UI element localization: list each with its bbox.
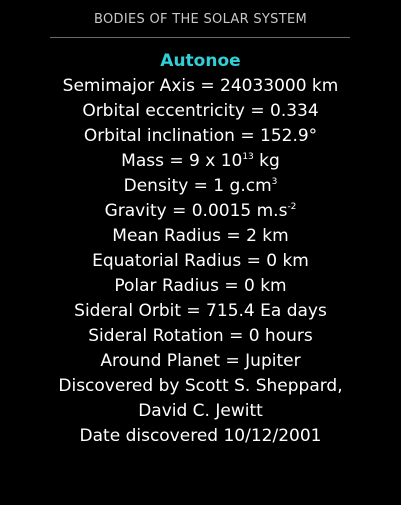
discovered-by-line-2: David C. Jewitt (138, 401, 263, 421)
orbital-eccentricity: Orbital eccentricity = 0.334 (82, 101, 319, 121)
polar-radius: Polar Radius = 0 km (114, 276, 287, 296)
body-info-panel: Autonoe Semimajor Axis = 24033000 km Orb… (0, 49, 401, 449)
semimajor-axis: Semimajor Axis = 24033000 km (62, 76, 339, 96)
equatorial-radius: Equatorial Radius = 0 km (92, 251, 309, 271)
sideral-orbit: Sideral Orbit = 715.4 Ea days (74, 301, 327, 321)
orbital-inclination: Orbital inclination = 152.9° (83, 126, 318, 146)
body-name: Autonoe (160, 51, 241, 71)
module-title: BODIES OF THE SOLAR SYSTEM (94, 12, 307, 27)
title-divider (50, 37, 350, 38)
mass-unit: kg (253, 151, 280, 171)
mass-exponent: 13 (242, 152, 254, 162)
mass-prefix: Mass = 9 x 10 (121, 151, 243, 171)
mean-radius: Mean Radius = 2 km (112, 226, 289, 246)
discovered-by-line-1: Discovered by Scott S. Sheppard, (58, 376, 343, 396)
sideral-rotation: Sideral Rotation = 0 hours (88, 326, 313, 346)
around-planet: Around Planet = Jupiter (100, 351, 301, 371)
gravity-prefix: Gravity = 0.0015 m.s (104, 201, 288, 221)
date-discovered: Date discovered 10/12/2001 (79, 426, 322, 446)
mass: Mass = 9 x 1013 kg (0, 149, 401, 174)
gravity: Gravity = 0.0015 m.s-2 (0, 199, 401, 224)
gravity-exponent: -2 (287, 202, 297, 212)
density: Density = 1 g.cm3 (0, 174, 401, 199)
density-prefix: Density = 1 g.cm (123, 176, 272, 196)
density-exponent: 3 (271, 177, 278, 187)
